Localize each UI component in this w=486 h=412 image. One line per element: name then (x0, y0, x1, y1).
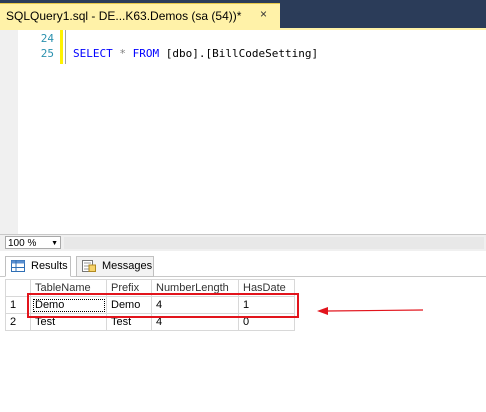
zoom-select[interactable]: 100 % ▼ (5, 236, 61, 249)
document-tab[interactable]: SQLQuery1.sql - DE...K63.Demos (sa (54))… (0, 3, 280, 28)
change-tracking-bar (60, 30, 63, 64)
tab-results[interactable]: Results (5, 256, 71, 277)
line-number: 25 (40, 47, 54, 60)
editor-margin (0, 30, 18, 234)
zoom-bar: 100 % ▼ (0, 234, 486, 251)
horizontal-scrollbar[interactable] (64, 237, 484, 249)
results-tab-strip: Results Messages (0, 252, 486, 277)
chevron-down-icon[interactable]: ▼ (51, 237, 58, 250)
keyword-from: FROM (132, 47, 160, 60)
keyword-select: SELECT (73, 47, 113, 60)
code-line[interactable]: SELECT * FROM [dbo].[BillCodeSetting] (73, 47, 318, 60)
outline-line (65, 30, 66, 64)
table-identifier: [dbo].[BillCodeSetting] (159, 47, 319, 60)
line-number: 24 (40, 32, 54, 45)
tab-results-label: Results (31, 260, 68, 272)
annotation-arrow-icon (317, 307, 424, 315)
zoom-value: 100 % (8, 238, 37, 249)
operator-star: * (112, 47, 133, 60)
messages-icon (82, 260, 96, 272)
document-tab-title: SQLQuery1.sql - DE...K63.Demos (sa (54))… (6, 9, 242, 23)
tab-messages-label: Messages (102, 260, 153, 272)
grid-icon (11, 260, 25, 272)
tab-messages[interactable]: Messages (76, 256, 154, 277)
document-tab-strip: SQLQuery1.sql - DE...K63.Demos (sa (54))… (0, 0, 486, 28)
query-editor[interactable]: 24 25 SELECT * FROM [dbo].[BillCodeSetti… (0, 30, 486, 234)
highlight-box (27, 293, 299, 318)
close-icon[interactable]: × (260, 7, 267, 21)
